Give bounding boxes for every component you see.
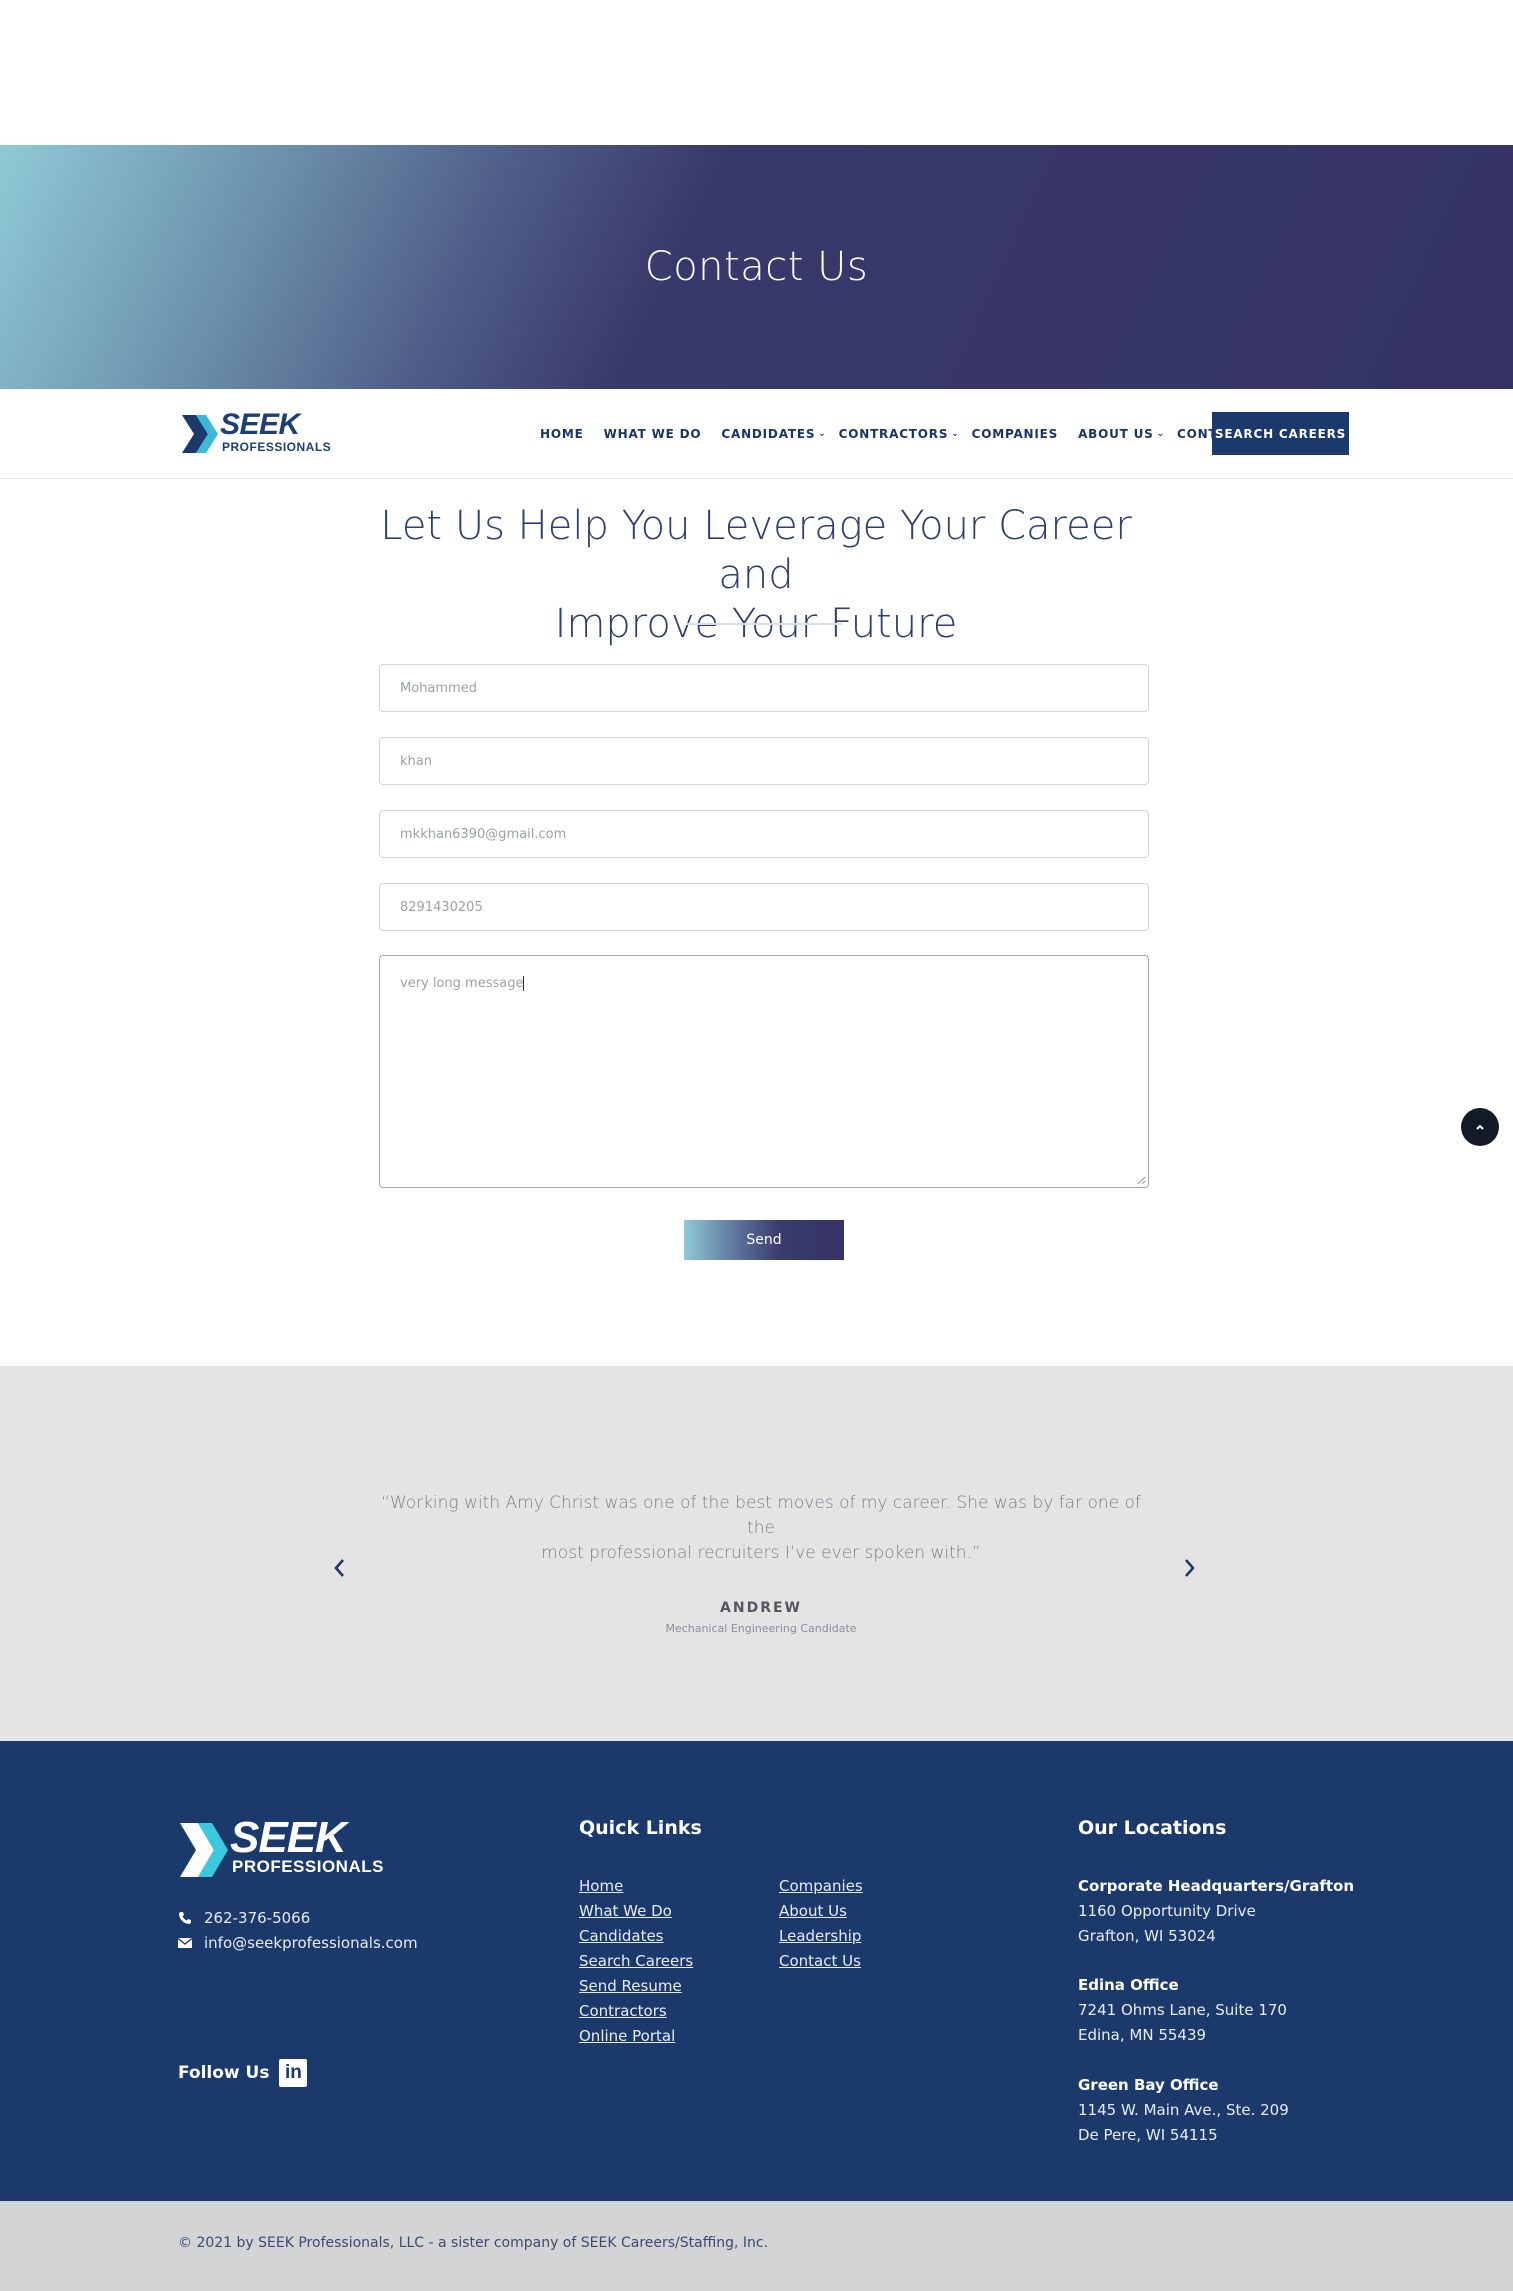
testimonial-quote: “Working with Amy Christ was one of the … — [376, 1491, 1146, 1566]
phone-field[interactable]: 8291430205 — [379, 883, 1149, 931]
email-address: info@seekprofessionals.com — [204, 1934, 418, 1952]
carousel-prev-icon[interactable] — [328, 1556, 352, 1580]
location-name: Corporate Headquarters/Grafton — [1078, 1877, 1355, 1895]
footer-link-leadership[interactable]: Leadership — [779, 1924, 863, 1949]
footer-logo-brand: SEEK — [230, 1813, 347, 1862]
chevron-down-icon: ⌄ — [1156, 429, 1165, 439]
headline-line-1: Let Us Help You Leverage Your Career and — [380, 503, 1132, 598]
location-name: Edina Office — [1078, 1976, 1179, 1994]
chevron-up-icon — [1476, 1124, 1484, 1130]
location-headquarters: Corporate Headquarters/Grafton 1160 Oppo… — [1078, 1874, 1354, 1949]
envelope-icon — [178, 1937, 196, 1949]
email-field[interactable]: mkkhan6390@gmail.com — [379, 810, 1149, 858]
first-name-value: Mohammed — [400, 680, 477, 696]
email-value: mkkhan6390@gmail.com — [400, 826, 567, 842]
nav-item-about-us[interactable]: ABOUT US ⌄ — [1078, 427, 1165, 441]
location-edina: Edina Office 7241 Ohms Lane, Suite 170 E… — [1078, 1973, 1287, 2048]
footer-link-what-we-do[interactable]: What We Do — [579, 1899, 693, 1924]
divider — [686, 623, 842, 625]
message-textarea[interactable]: very long message — [379, 955, 1149, 1188]
footer-link-contractors[interactable]: Contractors — [579, 1999, 693, 2024]
hero-banner: Contact Us — [0, 145, 1513, 389]
send-button[interactable]: Send — [684, 1220, 844, 1260]
quote-line-2: most professional recruiters I’ve ever s… — [541, 1543, 981, 1563]
locations-title: Our Locations — [1078, 1817, 1227, 1839]
nav-menu: HOME WHAT WE DO CANDIDATES ⌄ CONTRACTORS ⌄… — [540, 389, 1290, 479]
nav-item-label: HOME — [540, 427, 584, 441]
last-name-field[interactable]: khan — [379, 737, 1149, 785]
linkedin-icon[interactable]: in — [279, 2059, 308, 2087]
form-headline: Let Us Help You Leverage Your Career and… — [356, 502, 1156, 649]
phone-icon — [178, 1911, 196, 1925]
site-logo[interactable]: SEEK PROFESSIONALS — [180, 408, 331, 457]
testimonial-role: Mechanical Engineering Candidate — [665, 1622, 857, 1635]
location-city: Edina, MN 55439 — [1078, 2026, 1207, 2044]
location-address: 1145 W. Main Ave., Ste. 209 — [1078, 2101, 1289, 2119]
nav-item-candidates[interactable]: CANDIDATES ⌄ — [721, 427, 826, 441]
copyright-bar: © 2021 by SEEK Professionals, LLC - a si… — [0, 2201, 1513, 2291]
location-city: De Pere, WI 54115 — [1078, 2126, 1218, 2144]
text-cursor — [523, 976, 525, 991]
footer-email[interactable]: info@seekprofessionals.com — [178, 1934, 418, 1952]
chevron-down-icon: ⌄ — [818, 429, 827, 439]
testimonial-section: “Working with Amy Christ was one of the … — [0, 1366, 1513, 1741]
logo-chevron-icon — [182, 415, 218, 453]
footer-link-about-us[interactable]: About Us — [779, 1899, 863, 1924]
scroll-to-top-button[interactable] — [1461, 1108, 1499, 1146]
footer-link-candidates[interactable]: Candidates — [579, 1924, 693, 1949]
footer-link-send-resume[interactable]: Send Resume — [579, 1974, 693, 1999]
carousel-next-icon[interactable] — [1177, 1556, 1201, 1580]
quick-links-column-2: Companies About Us Leadership Contact Us — [779, 1874, 863, 1974]
follow-us: Follow Us in — [178, 2059, 308, 2087]
logo-subtitle: PROFESSIONALS — [222, 440, 332, 454]
location-city: Grafton, WI 53024 — [1078, 1927, 1216, 1945]
footer-link-companies[interactable]: Companies — [779, 1874, 863, 1899]
footer-link-online-portal[interactable]: Online Portal — [579, 2024, 693, 2049]
first-name-field[interactable]: Mohammed — [379, 664, 1149, 712]
page-title: Contact Us — [644, 244, 869, 290]
nav-item-companies[interactable]: COMPANIES — [972, 427, 1058, 441]
nav-item-home[interactable]: HOME — [540, 427, 584, 441]
location-address: 1160 Opportunity Drive — [1078, 1902, 1256, 1920]
quick-links-title: Quick Links — [579, 1817, 702, 1839]
chevron-down-icon: ⌄ — [951, 429, 960, 439]
resize-grip-icon[interactable] — [1136, 1175, 1146, 1185]
quick-links-column-1: Home What We Do Candidates Search Career… — [579, 1874, 693, 2049]
footer-phone[interactable]: 262-376-5066 — [178, 1909, 310, 1927]
footer-link-search-careers[interactable]: Search Careers — [579, 1949, 693, 1974]
search-careers-button[interactable]: SEARCH CAREERS — [1212, 412, 1349, 455]
message-value: very long message — [400, 976, 524, 991]
location-name: Green Bay Office — [1078, 2076, 1219, 2094]
footer-link-contact-us[interactable]: Contact Us — [779, 1949, 863, 1974]
logo-chevron-icon — [180, 1823, 228, 1877]
quote-line-1: “Working with Amy Christ was one of the … — [381, 1493, 1141, 1538]
nav-item-label: ABOUT US — [1078, 427, 1154, 441]
nav-item-label: COMPANIES — [971, 427, 1059, 441]
last-name-value: khan — [400, 753, 432, 769]
nav-item-what-we-do[interactable]: WHAT WE DO — [604, 427, 702, 441]
location-green-bay: Green Bay Office 1145 W. Main Ave., Ste.… — [1078, 2073, 1289, 2148]
footer-link-home[interactable]: Home — [579, 1874, 693, 1899]
copyright-text: © 2021 by SEEK Professionals, LLC - a si… — [178, 2235, 769, 2251]
testimonial-author: ANDREW — [720, 1600, 802, 1616]
nav-item-label: CONTRACTORS — [838, 427, 949, 441]
phone-value: 8291430205 — [400, 899, 483, 915]
location-address: 7241 Ohms Lane, Suite 170 — [1078, 2001, 1287, 2019]
follow-label: Follow Us — [178, 2063, 270, 2083]
footer-logo-subtitle: PROFESSIONALS — [232, 1857, 384, 1876]
main-navigation: SEEK PROFESSIONALS HOME WHAT WE DO CANDI… — [0, 389, 1513, 479]
nav-item-label: WHAT WE DO — [603, 427, 702, 441]
site-footer: SEEK PROFESSIONALS 262-376-5066 info@see… — [0, 1741, 1513, 2201]
logo-brand: SEEK — [220, 408, 300, 441]
nav-item-label: CANDIDATES — [721, 427, 816, 441]
phone-number: 262-376-5066 — [204, 1909, 311, 1927]
nav-item-contractors[interactable]: CONTRACTORS ⌄ — [839, 427, 960, 441]
footer-logo[interactable]: SEEK PROFESSIONALS — [178, 1815, 383, 1879]
